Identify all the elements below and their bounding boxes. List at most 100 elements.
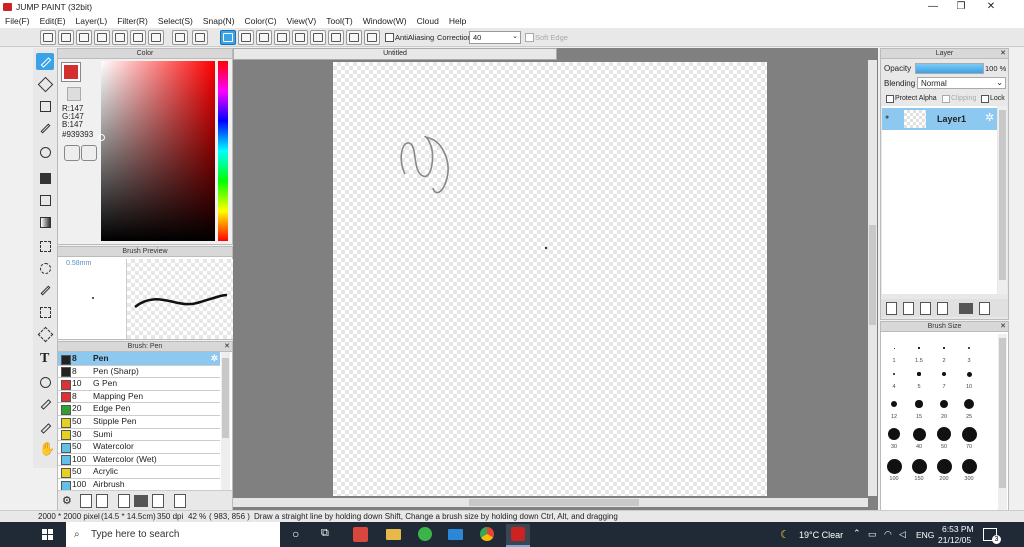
task-view-icon[interactable]: ⧉ (321, 527, 329, 540)
document-tab[interactable]: Untitled (233, 48, 557, 60)
new-file-icon[interactable] (94, 30, 110, 45)
protect-alpha-checkbox[interactable] (886, 95, 894, 103)
lock-checkbox[interactable] (981, 95, 989, 103)
volume-icon[interactable]: ◁ (899, 529, 906, 540)
clock-date[interactable]: 21/12/05 (938, 535, 971, 545)
brush-size-option[interactable] (964, 399, 974, 409)
secondary-color-swatch[interactable] (67, 87, 81, 101)
brush-size-option[interactable] (888, 428, 900, 440)
layer-row-layer1[interactable]: ● Layer1 ✲ (882, 108, 997, 130)
clipping-checkbox[interactable] (942, 95, 950, 103)
select-rect-tool-icon[interactable] (36, 237, 54, 254)
menu-view[interactable]: View(V) (282, 14, 322, 26)
current-color-swatch[interactable] (61, 62, 81, 82)
brush-size-option[interactable] (912, 427, 926, 441)
trash-icon[interactable] (174, 494, 186, 508)
save-icon[interactable] (130, 30, 146, 45)
zoom-tool-icon[interactable] (36, 373, 54, 390)
antialiasing-checkbox[interactable] (385, 33, 394, 42)
move-tool-icon[interactable] (36, 143, 54, 160)
brush-size-option[interactable] (891, 401, 897, 407)
snap-parallel-icon[interactable] (238, 30, 254, 45)
scrollbar-thumb[interactable] (999, 338, 1006, 488)
eyedropper-tool-icon[interactable] (36, 419, 54, 436)
select-pen-tool-icon[interactable] (36, 303, 54, 320)
file-explorer-icon[interactable] (386, 529, 401, 540)
brush-size-option[interactable] (918, 347, 920, 349)
snap-grid-icon[interactable] (256, 30, 272, 45)
maximize-button[interactable]: ❐ (946, 0, 976, 14)
gradient-tool-icon[interactable] (36, 213, 54, 230)
chevron-up-icon[interactable]: ⌃ (853, 528, 861, 539)
brush-item-sumi[interactable]: 30 Sumi (58, 428, 220, 442)
opacity-slider[interactable] (915, 63, 984, 74)
new-8bit-layer-icon[interactable] (920, 302, 931, 315)
wifi-icon[interactable]: ◠ (884, 529, 892, 540)
magic-wand-tool-icon[interactable] (36, 281, 54, 298)
palette-icon[interactable] (64, 145, 80, 161)
brush-menu-icon[interactable] (96, 494, 108, 508)
eraser-tool-icon[interactable] (36, 75, 54, 93)
cortana-icon[interactable]: ○ (292, 527, 299, 541)
brush-size-option[interactable] (966, 371, 972, 377)
scrollbar-thumb[interactable] (999, 110, 1006, 280)
redo-icon[interactable] (192, 30, 208, 45)
jump-paint-taskbar-icon[interactable] (506, 524, 530, 547)
snap-radial-icon[interactable] (292, 30, 308, 45)
new-brush-icon[interactable] (80, 494, 92, 508)
horizontal-scrollbar[interactable] (233, 498, 868, 507)
new-layer-icon[interactable] (886, 302, 897, 315)
snap-curve-icon[interactable] (328, 30, 344, 45)
vertical-scrollbar[interactable] (868, 60, 877, 496)
brush-size-option[interactable] (939, 399, 949, 409)
snap-settings-icon[interactable] (364, 30, 380, 45)
soft-edge-checkbox[interactable] (525, 33, 534, 42)
brush-size-option[interactable] (917, 372, 921, 376)
menu-layer[interactable]: Layer(L) (71, 14, 113, 26)
duplicate-icon[interactable] (152, 494, 164, 508)
folder-icon[interactable] (134, 495, 148, 507)
brush-item-pen[interactable]: 8 Pen ✲ (58, 352, 220, 366)
bucket-tool-icon[interactable] (36, 191, 54, 208)
clock-time[interactable]: 6:53 PM (942, 524, 974, 534)
dropper-tool-icon[interactable] (36, 395, 54, 412)
open-file-icon[interactable] (112, 30, 128, 45)
battery-icon[interactable]: ▭ (868, 529, 877, 540)
scrollbar-thumb[interactable] (469, 499, 639, 506)
menu-cloud[interactable]: Cloud (412, 14, 444, 26)
brush-size-option[interactable] (942, 372, 946, 376)
canvas[interactable] (333, 62, 767, 496)
brush-size-option[interactable] (893, 347, 895, 349)
menu-window[interactable]: Window(W) (358, 14, 412, 26)
menu-snap[interactable]: Snap(N) (198, 14, 240, 26)
hue-slider[interactable] (218, 61, 228, 241)
brush-settings-icon[interactable]: ⚙ (62, 494, 72, 507)
weather-text[interactable]: 19°C Clear (799, 530, 843, 540)
brush-size-option[interactable] (936, 458, 952, 474)
hand-tool-icon[interactable]: ✋ (36, 441, 55, 458)
undo-icon[interactable] (172, 30, 188, 45)
close-button[interactable]: ✕ (976, 0, 1006, 14)
rectangle-fill-tool-icon[interactable] (36, 169, 54, 186)
brush-size-option[interactable] (911, 458, 927, 474)
snap-ellipse-icon[interactable] (346, 30, 362, 45)
select-eraser-tool-icon[interactable] (36, 325, 54, 343)
mail-icon[interactable] (448, 529, 463, 540)
app-power-icon[interactable] (353, 527, 368, 542)
brush-item-watercolor[interactable]: 50 Watercolor (58, 440, 220, 454)
snap-perspective-icon[interactable] (274, 30, 290, 45)
menu-help[interactable]: Help (444, 14, 471, 26)
correction-select[interactable]: 40 ⌄ (469, 31, 521, 44)
brush-item-acrylic[interactable]: 50 Acrylic (58, 465, 220, 479)
brush-list-scrollbar[interactable] (221, 352, 230, 490)
brush-item-mapping-pen[interactable]: 8 Mapping Pen (58, 390, 220, 404)
palette-edit-icon[interactable] (81, 145, 97, 161)
folder-icon[interactable] (959, 303, 973, 314)
brush-item-g-pen[interactable]: 10 G Pen (58, 377, 220, 391)
eye-icon[interactable]: ● (885, 114, 889, 121)
brush-size-option[interactable] (915, 400, 923, 408)
cloud-icon[interactable] (40, 30, 56, 45)
line-tool-icon[interactable] (36, 119, 54, 136)
copy-brush-icon[interactable] (118, 494, 130, 508)
scrollbar-thumb[interactable] (869, 225, 876, 325)
